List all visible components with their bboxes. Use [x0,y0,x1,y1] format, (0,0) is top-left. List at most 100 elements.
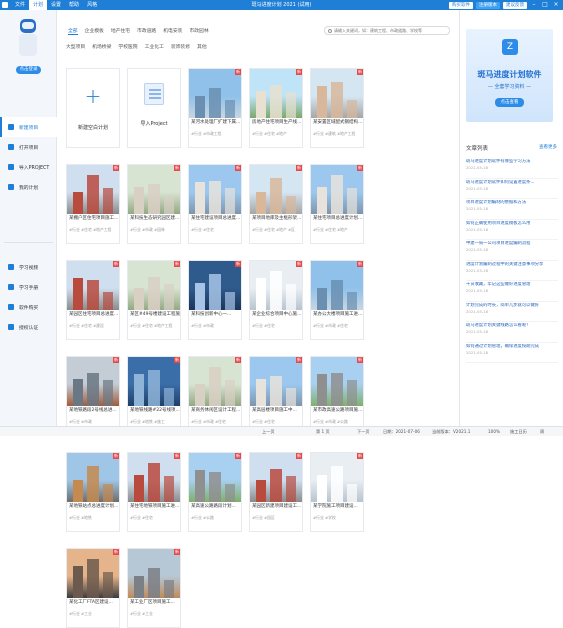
tab-enterprise[interactable]: 企业模板 [85,27,104,35]
sidebar-item-new-project[interactable]: 新建项目 [0,117,57,137]
feedback-button[interactable]: 建议反馈 [503,1,527,9]
calendar-mode[interactable]: 施工日历 [510,429,527,435]
card-tags: #行业 #市政 #公路 [313,419,348,424]
menu-plan[interactable]: 计划 [29,0,48,10]
sidebar-item-purchase[interactable]: 软件购买 [0,297,57,317]
menu-file[interactable]: 文件 [11,0,29,10]
menu-help[interactable]: 帮助 [65,0,83,10]
subtab-industry[interactable]: 工业化工 [145,43,164,50]
maximize-icon[interactable]: □ [541,0,549,10]
document-icon [144,83,164,105]
zebra-logo-icon: Z [502,39,518,55]
subtab-other[interactable]: 其他 [197,43,207,50]
template-card[interactable]: 某市政高速公路项目施... #行业 #市政 #公路 新 [310,356,364,436]
next-page-button[interactable]: 下一页 [357,429,370,435]
avatar[interactable] [13,16,43,62]
article-item[interactable]: 斑马进度计划关键线路怎么看呢？ 2021-05-18 [466,322,558,343]
import-project-card[interactable]: 导入Project [127,68,181,148]
promo-button[interactable]: 点击查看 [495,98,524,107]
card-title: 某地铁站点总进度计划... [69,504,119,509]
template-card[interactable]: 某办公大楼项目施工进... #行业 #市政 #住宅 新 [310,260,364,340]
subtab-airport[interactable]: 机场桥梁 [92,43,111,50]
new-badge: 新 [296,165,302,171]
template-card[interactable]: 房地产住宅项目生产线... #行业 #住宅 #地产 新 [249,68,303,148]
article-item[interactable]: 如何通过计划管理，确保进度按期完成 2021-05-18 [466,343,558,363]
promo-subtitle: — 全套学习资料 — [487,84,532,90]
register-button[interactable]: 注册版本 [476,1,500,9]
new-badge: 新 [174,357,180,363]
template-card[interactable]: 某科技生态研究园区建... #行业 #市政 #园林 新 [127,164,181,244]
tab-landscape[interactable]: 市政园林 [189,27,208,35]
template-card[interactable]: 某地铁线路#22号线项... #行业 #地铁 #施工 新 [127,356,181,436]
subtab-large[interactable]: 大型项目 [66,43,85,50]
sidebar-item-license[interactable]: 授权认证 [0,317,57,337]
article-item[interactable]: 干货收藏，牢记这些做好进度管理 2021-05-18 [466,281,558,302]
week-unit[interactable]: 周 [540,429,544,435]
sidebar: 点击登录 新建项目 打开项目 导入PROJECT 我的计划 学习视频 学习手册 … [0,10,57,426]
template-card[interactable]: 某地铁路段2号线总进... #行业 #市政 新 [66,356,120,436]
new-badge: 新 [357,261,363,267]
template-card[interactable]: 某安置区域配式钢结构... #行业 #建筑 #地产工程 新 [310,68,364,148]
card-title: 某高速公路路段计划... [191,504,236,509]
article-date: 2021-05-18 [466,165,489,170]
subtab-school[interactable]: 学校医院 [118,43,137,50]
template-card[interactable]: 某棚户区住宅项目施工... #行业 #住宅 #地产工程 新 [66,164,120,244]
tab-mep[interactable]: 机电安装 [163,27,182,35]
menu-settings[interactable]: 设置 [47,0,65,10]
template-card[interactable]: 某区#49号楼建设工程施... #行业 #住宅 #地产工程 新 [127,260,181,340]
template-card[interactable]: 某企业综合项目中心施... #行业 #住宅 新 [249,260,303,340]
template-card[interactable]: 某高层楼项目施工中... #行业 #住宅 新 [249,356,303,436]
template-card[interactable]: 某商务休闲区设计工程... #行业 #市政 #住宅 新 [188,356,242,436]
template-card[interactable]: 某园区住宅项目总进度... #行业 #住宅 #建设 新 [66,260,120,340]
subtab-decoration[interactable]: 装饰装修 [171,43,190,50]
search-input[interactable] [334,28,444,33]
sidebar-item-label: 打开项目 [19,145,39,151]
tab-all[interactable]: 全部 [68,27,78,35]
sidebar-item-open-project[interactable]: 打开项目 [0,137,57,157]
template-card[interactable]: 某化工厂FTA区建设... #行业 #工业 新 [66,548,120,628]
new-badge: 新 [235,261,241,267]
template-card[interactable]: 某项目地库及主框形架... #行业 #住宅 #地产 #区 新 [249,164,303,244]
template-card[interactable]: 某科技创新中心一... #行业 #市政 新 [188,260,242,340]
new-badge: 新 [174,453,180,459]
template-card[interactable]: 某住宅项目总进度计划... #行业 #住宅 #地产 新 [310,164,364,244]
article-item[interactable]: 斑马进度计划软件有哪些学习方法 2021-05-18 [466,158,558,179]
purchase-button[interactable]: 购买软件 [449,1,473,9]
prev-page-button[interactable]: 上一页 [262,429,275,435]
sidebar-item-videos[interactable]: 学习视频 [0,257,57,277]
sidebar-item-manual[interactable]: 学习手册 [0,277,57,297]
sidebar-item-label: 学习手册 [19,285,39,291]
article-date: 2021-05-18 [466,185,489,191]
promo-banner[interactable]: Z 斑马进度计划软件 — 全套学习资料 — 点击查看 [466,29,553,122]
sidebar-item-import-project[interactable]: 导入PROJECT [0,157,57,177]
article-item[interactable]: 如何正确使用项目进度模板怎么用 2021-05-18 [466,220,558,240]
menu-style[interactable]: 风格 [83,0,101,10]
article-item[interactable]: 项目进度计划编制的依据和方法 2021-05-18 [466,199,558,220]
article-item[interactable]: 斑马进度计划软件如何设置进度条... 2021-05-18 [466,179,558,199]
card-title: 某住宅项目总进度计划... [313,216,363,221]
close-icon[interactable]: × [552,0,560,10]
card-tags: #行业 #住宅 #地产 [252,131,287,136]
template-card[interactable]: 某地铁站点总进度计划... #行业 #地铁 新 [66,452,120,532]
template-card[interactable]: 某工业厂区项目施工... #行业 #工业 新 [127,548,181,628]
tab-residential[interactable]: 地产住宅 [111,27,130,35]
article-date: 2021-05-18 [466,308,489,314]
template-card[interactable]: 某学院施工项目建设... #行业 #学校 新 [310,452,364,532]
template-card[interactable]: 某河水处理厂扩建下属... #行业 #市政工程 新 [188,68,242,148]
title-bar: 文件 计划 设置 帮助 风格 斑马进度计划 2021 (试用) 购买软件 注册版… [0,0,563,10]
template-card[interactable]: 某住宅建设项目总进度... #行业 #住宅 新 [188,164,242,244]
template-card[interactable]: 某住宅地铁项目施工进... #行业 #住宅 新 [127,452,181,532]
template-card[interactable]: 某园区新建项目建设工... #行业 #园区 新 [249,452,303,532]
article-item[interactable]: 中建一局一公司项目进度编制流程 2021-05-18 [466,240,558,261]
search-box[interactable] [324,26,450,35]
template-card[interactable]: 某高速公路路段计划... #行业 #公路 新 [188,452,242,532]
sidebar-item-my-plans[interactable]: 我的计划 [0,177,57,197]
tab-municipal-road[interactable]: 市政道路 [137,27,156,35]
login-button[interactable]: 点击登录 [16,66,41,74]
more-link[interactable]: 查看更多 [539,144,557,152]
minimize-icon[interactable]: – [530,0,538,10]
article-item[interactable]: 进度计划编制过程中的关键注意事项分享 2021-05-18 [466,261,558,281]
new-blank-plan-card[interactable]: + 新建空白计划 [66,68,120,148]
article-item[interactable]: 计划完成的时长，简单几步就可以做好 2021-05-18 [466,302,558,322]
zoom-level[interactable]: 100% [488,429,500,434]
